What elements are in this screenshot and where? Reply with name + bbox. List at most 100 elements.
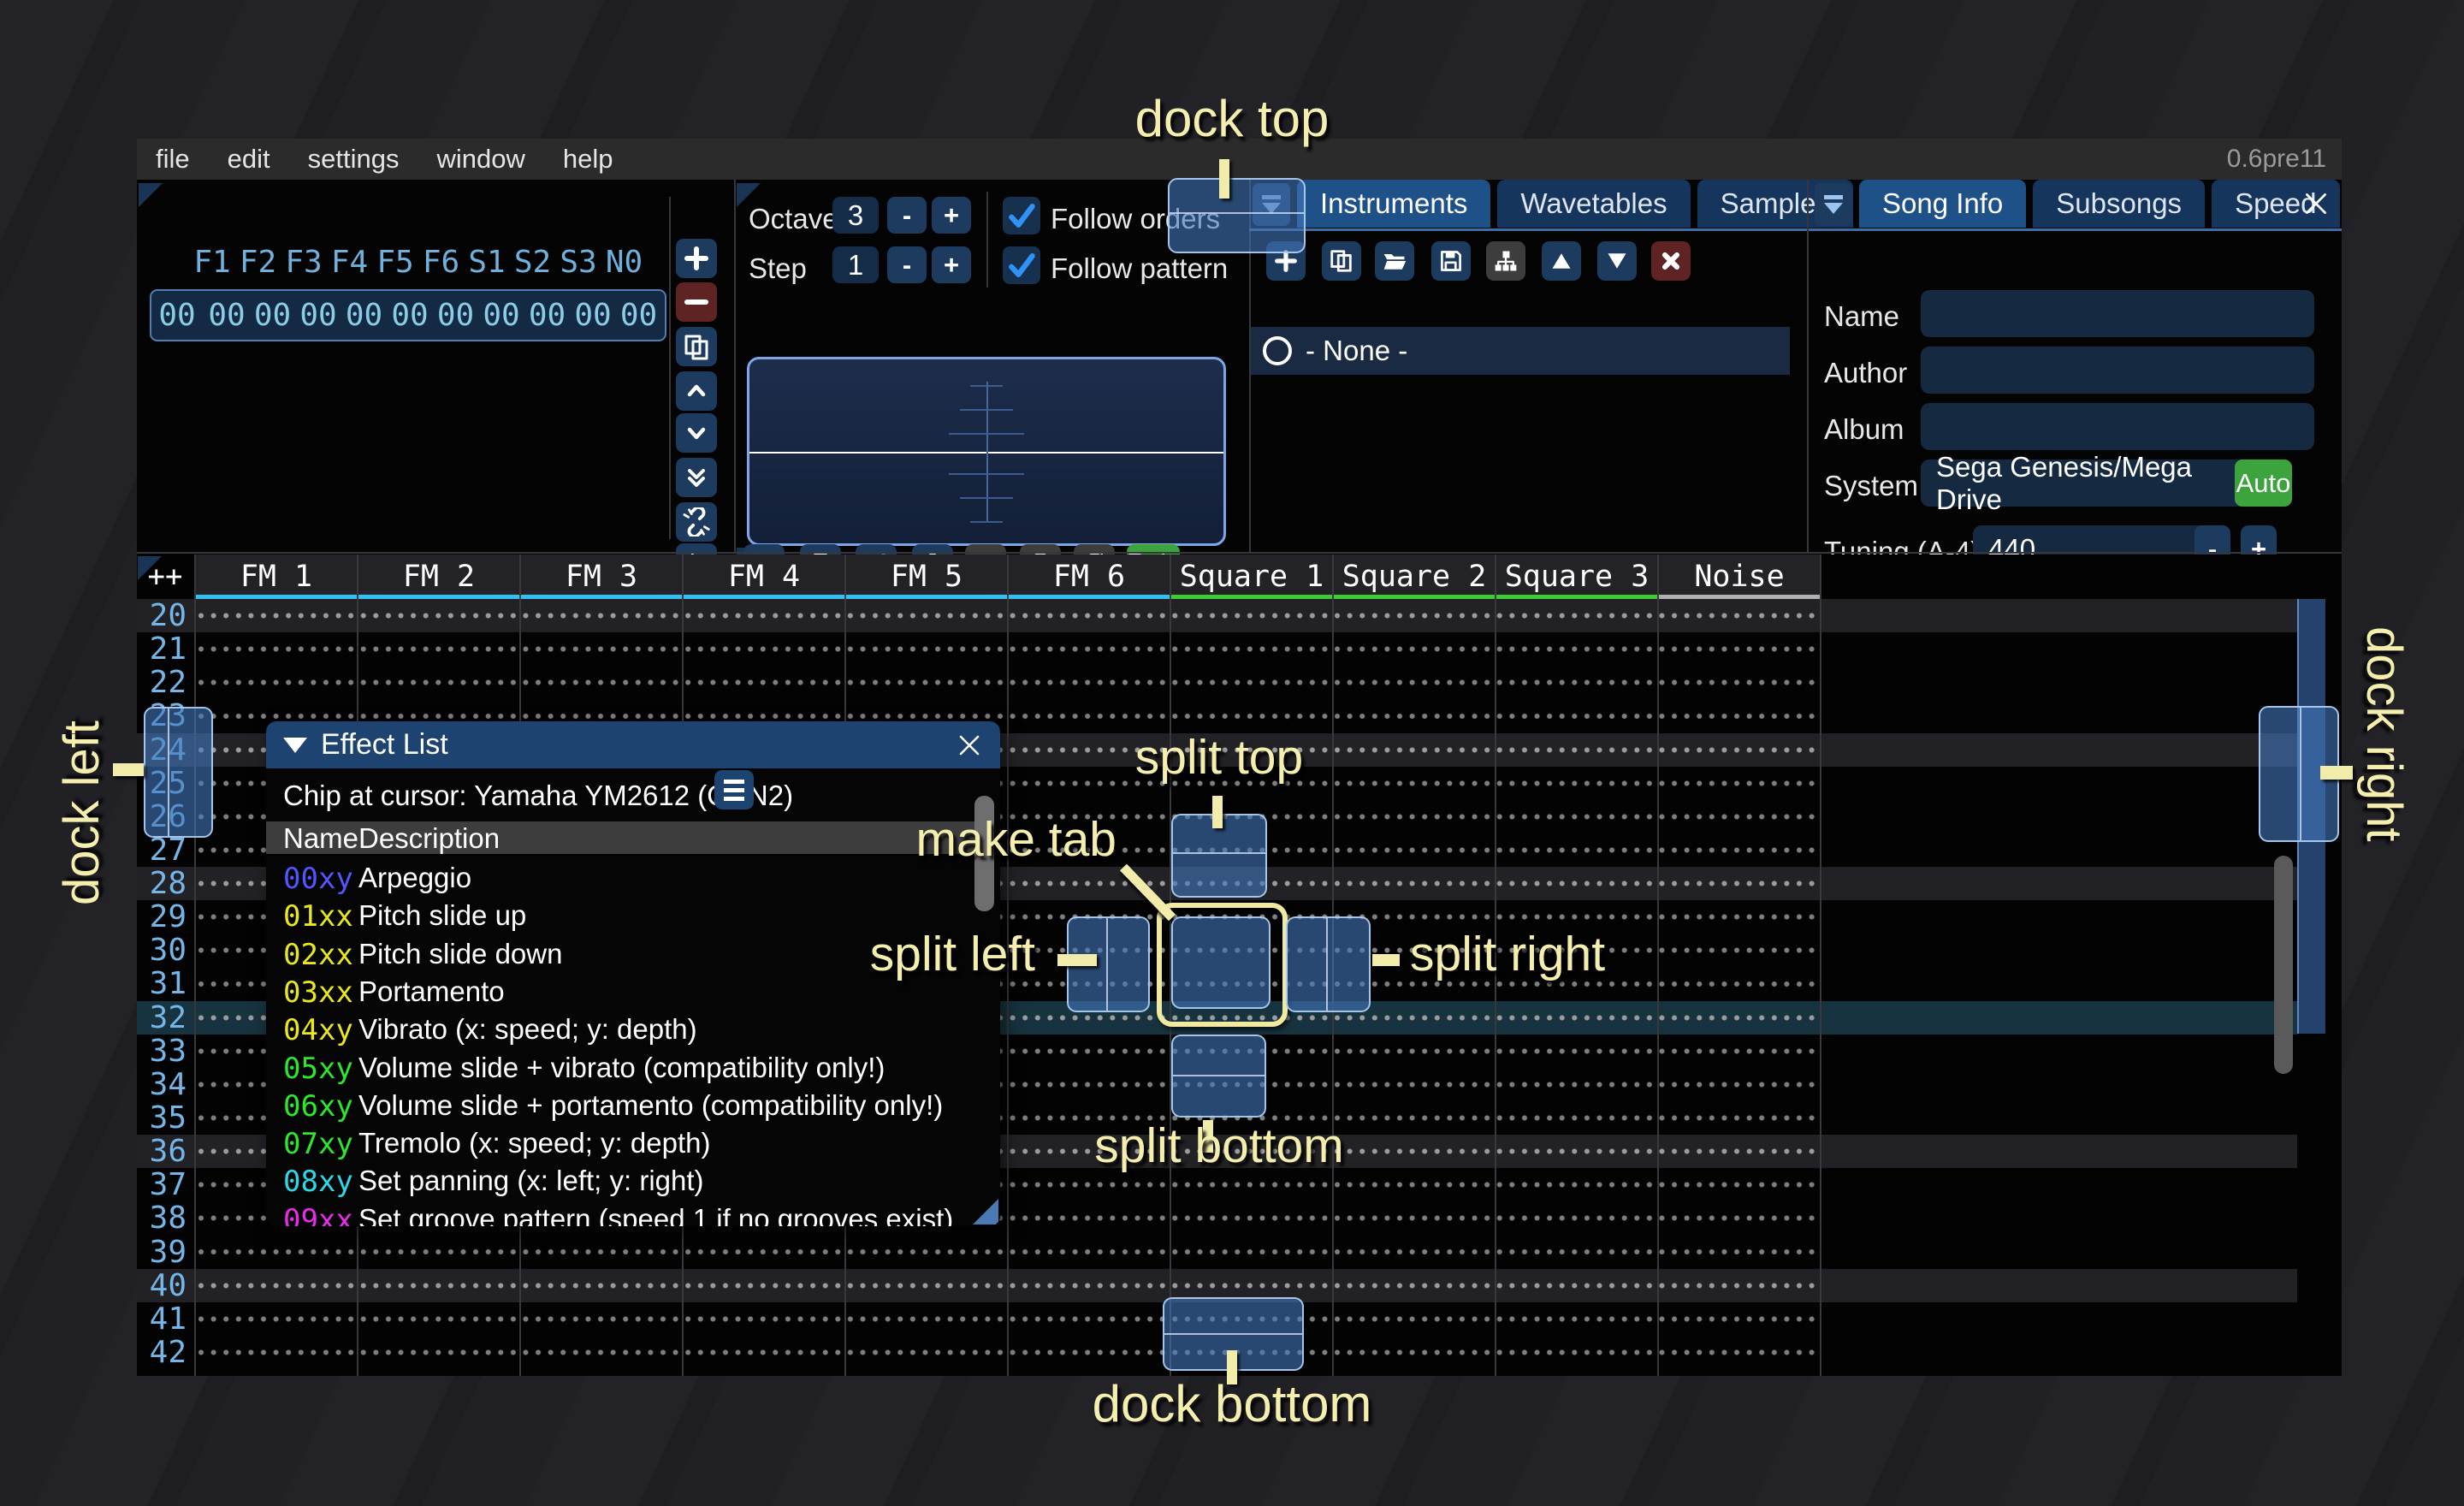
menu-file[interactable]: file (137, 144, 209, 175)
follow-orders-checkbox[interactable] (1003, 197, 1040, 234)
effect-description: Vibrato (x: speed; y: depth) (358, 1013, 697, 1046)
channel-underline (1170, 595, 1333, 599)
row-number: 21 (137, 632, 187, 666)
collapse-icon[interactable] (283, 738, 307, 753)
order-cell[interactable]: 00 (483, 298, 519, 333)
effect-list-row[interactable]: 07xyTremolo (x: speed; y: depth) (266, 1124, 1000, 1161)
x-icon (1659, 249, 1683, 273)
pattern-row[interactable]: 39 (137, 1235, 2297, 1268)
instrument-tree-view-button[interactable] (1486, 241, 1525, 281)
channel-header-square-1[interactable]: Square 1 (1170, 554, 1333, 599)
order-cell[interactable]: 00 (346, 298, 382, 333)
channel-header-fm-2[interactable]: FM 2 (358, 554, 520, 599)
step-plus-button[interactable]: + (932, 246, 971, 283)
channel-underline (520, 595, 683, 599)
order-cell[interactable]: 00 (437, 298, 474, 333)
menu-edit[interactable]: edit (209, 144, 289, 175)
album-field[interactable] (1921, 403, 2314, 450)
system-auto-button[interactable]: Auto (2235, 460, 2292, 507)
system-field[interactable]: Sega Genesis/Mega Drive (1921, 460, 2255, 507)
channel-header-noise[interactable]: Noise (1658, 554, 1821, 599)
effect-list-row[interactable]: 05xyVolume slide + vibrato (compatibilit… (266, 1048, 1000, 1086)
tab-song-info[interactable]: Song Info (1859, 180, 2026, 228)
split-right-target[interactable] (1286, 916, 1371, 1012)
instrument-move-down-button[interactable] (1597, 241, 1637, 281)
channel-header-fm-5[interactable]: FM 5 (845, 554, 1008, 599)
dock-top-target[interactable] (1168, 178, 1306, 253)
split-top-label: split top (1095, 729, 1343, 786)
order-cell[interactable]: 00 (529, 298, 566, 333)
pattern-row[interactable]: 21 (137, 632, 2297, 666)
channel-underline (1658, 595, 1821, 599)
order-cell[interactable]: 00 (299, 298, 336, 333)
menu-settings[interactable]: settings (289, 144, 418, 175)
order-move-down-button[interactable] (676, 413, 717, 453)
menu-window[interactable]: window (418, 144, 543, 175)
effect-list-row[interactable]: 06xyVolume slide + portamento (compatibi… (266, 1086, 1000, 1124)
hamburger-menu-button[interactable] (714, 770, 754, 809)
order-cell[interactable]: 00 (620, 298, 657, 333)
instrument-move-up-button[interactable] (1542, 241, 1581, 281)
channel-header-fm-6[interactable]: FM 6 (1008, 554, 1170, 599)
channel-header-fm-4[interactable]: FM 4 (683, 554, 845, 599)
order-duplicate-end-button[interactable] (676, 458, 717, 497)
follow-pattern-checkbox[interactable] (1003, 246, 1040, 284)
order-row-selected[interactable]: 0000000000000000000000 (150, 289, 666, 341)
order-channel-header: F2 (240, 245, 276, 280)
pattern-row[interactable]: 20 (137, 599, 2297, 632)
pattern-scrollbar-thumb[interactable] (2274, 856, 2293, 1074)
channel-header-square-2[interactable]: Square 2 (1333, 554, 1496, 599)
tab-instruments[interactable]: Instruments (1297, 180, 1490, 228)
close-icon (2301, 189, 2331, 218)
add-channel-button[interactable]: ++ (137, 554, 193, 599)
instrument-open-button[interactable] (1375, 241, 1414, 281)
oscilloscope-tick (970, 385, 1003, 387)
instrument-delete-button[interactable] (1651, 241, 1691, 281)
octave-plus-button[interactable]: + (932, 197, 971, 234)
step-minus-button[interactable]: - (887, 246, 927, 283)
channel-header-fm-3[interactable]: FM 3 (520, 554, 683, 599)
effect-description: Tremolo (x: speed; y: depth) (358, 1127, 710, 1159)
effect-list-row[interactable]: 04xyVibrato (x: speed; y: depth) (266, 1010, 1000, 1047)
order-cell[interactable]: 00 (574, 298, 611, 333)
name-field[interactable] (1921, 290, 2314, 337)
effect-code: 09xx (283, 1203, 353, 1226)
order-cell[interactable]: 00 (391, 298, 428, 333)
row-number: 29 (137, 900, 187, 934)
dock-left-target[interactable] (144, 707, 213, 838)
channel-header-fm-1[interactable]: FM 1 (195, 554, 358, 599)
octave-minus-button[interactable]: - (887, 197, 927, 234)
order-cell[interactable]: 00 (208, 298, 245, 333)
tab-list-popup-button[interactable] (1815, 183, 1852, 226)
oscilloscope-tick (949, 473, 1024, 475)
order-remove-button[interactable] (676, 282, 717, 322)
order-deep-clone-icon[interactable] (676, 502, 717, 542)
octave-value[interactable]: 3 (832, 197, 879, 234)
tab-subsongs[interactable]: Subsongs (2033, 180, 2205, 228)
effect-list-close-button[interactable] (951, 721, 988, 769)
instrument-list-item[interactable]: - None - (1251, 327, 1790, 375)
channel-header-square-3[interactable]: Square 3 (1496, 554, 1658, 599)
order-cell[interactable]: 00 (254, 298, 291, 333)
tab-wavetables[interactable]: Wavetables (1497, 180, 1690, 228)
step-value[interactable]: 1 (832, 246, 879, 283)
row-number: 40 (137, 1269, 187, 1302)
row-number: 39 (137, 1235, 187, 1268)
pattern-row[interactable]: 22 (137, 666, 2297, 699)
effect-list-titlebar[interactable]: Effect List (266, 721, 1000, 768)
order-move-up-button[interactable] (676, 371, 717, 411)
song-info-close-button[interactable] (2297, 180, 2335, 228)
author-field[interactable] (1921, 347, 2314, 394)
resize-grip[interactable] (973, 1199, 998, 1224)
instrument-duplicate-button[interactable] (1322, 241, 1361, 281)
split-top-tick (1212, 796, 1223, 828)
instrument-save-button[interactable] (1431, 241, 1471, 281)
menu-help[interactable]: help (544, 144, 632, 175)
order-add-button[interactable] (676, 239, 717, 278)
name-label: Name (1824, 300, 1899, 333)
split-bottom-target[interactable] (1171, 1035, 1266, 1118)
effect-list-row[interactable]: 08xySet panning (x: left; y: right) (266, 1161, 1000, 1199)
channel-underline (1008, 595, 1170, 599)
effect-list-row[interactable]: 09xxSet groove pattern (speed 1 if no gr… (266, 1200, 1000, 1226)
order-duplicate-button[interactable] (676, 327, 717, 366)
